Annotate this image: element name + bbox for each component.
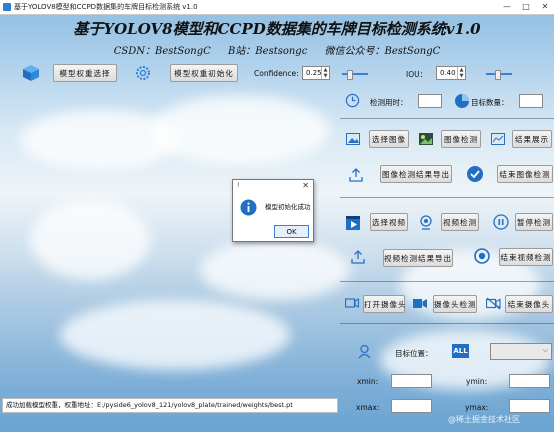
- target-position-label: 目标位置：: [395, 349, 433, 358]
- select-model-button[interactable]: 模型权重选择: [53, 64, 117, 82]
- clock-icon: [345, 93, 360, 108]
- camera-off-icon: [486, 297, 501, 310]
- camera-detect-button[interactable]: 摄像头检测: [433, 295, 477, 313]
- image-detect-icon: [419, 133, 433, 145]
- watermark: @稀土掘金技术社区: [448, 415, 520, 424]
- ymin-label: ymin:: [466, 377, 488, 386]
- ymin-field: [509, 374, 550, 388]
- pie-chart-icon: [455, 94, 469, 108]
- all-icon: ALL: [452, 344, 469, 358]
- location-person-icon: [358, 344, 371, 359]
- ymax-label: ymax:: [465, 403, 489, 412]
- divider: [340, 118, 554, 119]
- xmin-label: xmin:: [357, 377, 379, 386]
- maximize-button[interactable]: □: [517, 0, 535, 14]
- divider: [340, 323, 554, 324]
- detect-video-button[interactable]: 视频检测: [441, 213, 479, 231]
- app-heading: 基于YOLOV8模型和CCPD数据集的车牌目标检测系统v1.0: [73, 20, 481, 38]
- upload-icon: [351, 250, 365, 264]
- minimize-button[interactable]: —: [498, 0, 516, 14]
- dialog-message: 模型初始化成功: [265, 203, 311, 211]
- title-bar: 基于YOLOV8模型和CCPD数据集的车牌目标检测系统 v1.0 — □ ✕: [0, 0, 554, 15]
- open-camera-button[interactable]: 打开摄像头: [363, 295, 406, 313]
- camera-icon: [345, 298, 359, 308]
- iou-slider[interactable]: [486, 70, 512, 80]
- target-select-dropdown[interactable]: ⌵: [490, 343, 552, 360]
- check-circle-icon: [467, 166, 483, 182]
- background-cloud: [60, 300, 290, 370]
- stop-circle-icon: [474, 248, 490, 264]
- window-title: 基于YOLOV8模型和CCPD数据集的车牌目标检测系统 v1.0: [14, 3, 198, 11]
- chevron-down-icon: ⌵: [542, 346, 548, 354]
- divider: [340, 281, 554, 282]
- xmax-label: xmax:: [356, 403, 380, 412]
- slider-handle[interactable]: [495, 70, 502, 80]
- iou-value: 0.40: [440, 69, 456, 77]
- detect-image-button[interactable]: 图像检测: [441, 130, 481, 148]
- confidence-slider[interactable]: [342, 70, 368, 80]
- app-window: 基于YOLOV8模型和CCPD数据集的车牌目标检测系统 v1.0 — □ ✕ 基…: [0, 0, 554, 432]
- export-image-result-button[interactable]: 图像检测结果导出: [380, 165, 452, 183]
- target-count-label: 目标数量：: [471, 98, 509, 107]
- select-video-button[interactable]: 选择视频: [370, 213, 408, 231]
- background-cloud: [150, 95, 330, 165]
- status-bar: 成功加载模型权重，权重地址：E:/pyside6_yolov8_121/yolo…: [2, 398, 338, 413]
- dialog-ok-button[interactable]: OK: [274, 225, 309, 238]
- detect-time-field: [418, 94, 442, 108]
- dialog-close-button[interactable]: ✕: [302, 181, 309, 190]
- background-cloud: [30, 200, 150, 280]
- dialog-title: !: [237, 182, 240, 189]
- author-info: CSDN：BestSongC B站：Bestsongc 微信公众号：BestSo…: [0, 42, 554, 57]
- confidence-spinbox[interactable]: 0.25 ▲ ▼: [302, 66, 330, 80]
- wechat-label: 微信公众号：BestSongC: [324, 46, 441, 57]
- video-file-icon: [346, 216, 360, 230]
- spin-arrows-icon[interactable]: ▲ ▼: [457, 67, 465, 79]
- init-model-button[interactable]: 模型权重初始化: [170, 64, 238, 82]
- camera-detect-icon: [413, 299, 427, 308]
- close-camera-button[interactable]: 结束摄像头: [505, 295, 553, 313]
- bilibili-label: B站：Bestsongc: [227, 46, 308, 57]
- webcam-icon: [420, 215, 432, 230]
- detect-time-label: 检测用时：: [370, 98, 408, 107]
- iou-spinbox[interactable]: 0.40 ▲ ▼: [436, 66, 466, 80]
- confidence-label: Confidence:: [254, 69, 299, 78]
- info-dialog: ! ✕ 模型初始化成功 OK: [232, 179, 314, 242]
- line-chart-icon: [491, 133, 505, 145]
- image-icon: [346, 133, 360, 145]
- gear-icon: [136, 66, 150, 80]
- upload-icon: [349, 168, 363, 182]
- app-icon: [3, 3, 11, 11]
- close-button[interactable]: ✕: [536, 0, 554, 14]
- show-result-button[interactable]: 结果展示: [512, 130, 552, 148]
- spin-arrows-icon[interactable]: ▲ ▼: [321, 67, 329, 79]
- pause-icon: [493, 214, 509, 230]
- confidence-value: 0.25: [306, 69, 322, 77]
- info-icon: [240, 199, 257, 216]
- end-image-detect-button[interactable]: 结束图像检测: [497, 165, 553, 183]
- background-cloud: [200, 240, 350, 300]
- cube-icon: [23, 65, 39, 81]
- end-video-detect-button[interactable]: 结束视频检测: [499, 248, 553, 266]
- iou-label: IOU：: [406, 70, 428, 79]
- pause-detect-button[interactable]: 暂停检测: [515, 213, 553, 231]
- export-video-result-button[interactable]: 视频检测结果导出: [383, 249, 453, 267]
- xmin-field: [391, 374, 432, 388]
- select-image-button[interactable]: 选择图像: [369, 130, 409, 148]
- ymax-field: [509, 399, 550, 413]
- csdn-label: CSDN：BestSongC: [113, 46, 211, 57]
- target-count-field: [519, 94, 543, 108]
- divider: [340, 197, 554, 198]
- slider-handle[interactable]: [347, 70, 354, 80]
- xmax-field: [391, 399, 432, 413]
